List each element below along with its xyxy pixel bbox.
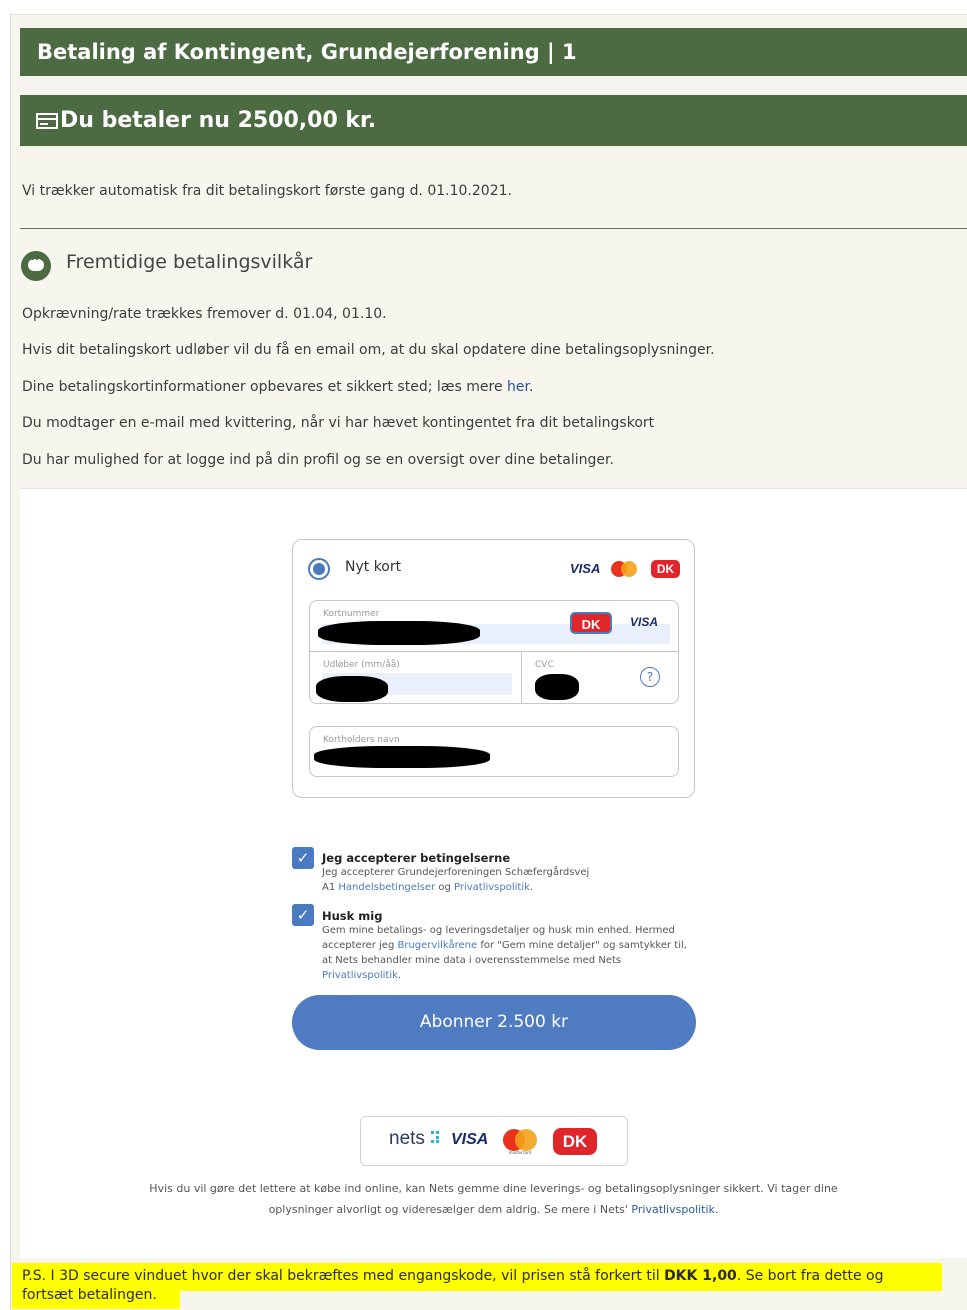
subscribe-button[interactable]: Abonner 2.500 kr bbox=[292, 995, 696, 1050]
accept-terms-text-2: A1 Handelsbetingelser og Privatlivspolit… bbox=[322, 882, 534, 893]
nets-footer-text-2: oplysninger alvorligt og videresælger de… bbox=[268, 1203, 719, 1216]
help-icon[interactable]: ? bbox=[640, 667, 660, 687]
remember-me-text-4: Privatlivspolitik. bbox=[322, 970, 402, 981]
accept-terms-text-1: Jeg accepterer Grundejerforeningen Schæf… bbox=[322, 867, 590, 878]
new-card-label: Nyt kort bbox=[345, 559, 402, 575]
redacted-expiry bbox=[316, 676, 388, 702]
remember-me-checkbox[interactable]: ✓ bbox=[292, 904, 314, 926]
cvc-input[interactable] bbox=[535, 674, 579, 700]
remember-me-text-3: at Nets behandler mine data i overensste… bbox=[322, 955, 622, 966]
visa-logo: VISA bbox=[570, 561, 601, 576]
dankort-detected-logo: DK bbox=[570, 612, 612, 634]
amount-header: Du betaler nu 2500,00 kr. bbox=[20, 95, 967, 146]
nets-logo: nets bbox=[389, 1128, 425, 1149]
checkmark-icon: ✓ bbox=[296, 906, 310, 924]
ps-note-line-2: fortsæt betalingen. bbox=[22, 1287, 157, 1303]
visa-logo-footer: VISA bbox=[451, 1131, 489, 1148]
section-divider bbox=[20, 228, 967, 229]
card-number-label: Kortnummer bbox=[323, 609, 380, 619]
cvc-label: CVC bbox=[535, 660, 554, 670]
new-card-radio[interactable] bbox=[308, 558, 330, 580]
ps-note-line-1: P.S. I 3D secure vinduet hvor der skal b… bbox=[22, 1268, 884, 1284]
nets-dots-icon bbox=[431, 1131, 443, 1143]
page-title: Betaling af Kontingent, Grundejerforenin… bbox=[37, 40, 577, 64]
field-separator bbox=[309, 651, 679, 652]
receipt-text: Du modtager en e-mail med kvittering, nå… bbox=[22, 415, 655, 431]
remember-me-title: Husk mig bbox=[322, 909, 383, 923]
remember-me-text-1: Gem mine betalings- og leveringsdetaljer… bbox=[322, 925, 675, 936]
visa-card-logo: VISA bbox=[630, 615, 659, 629]
accept-terms-checkbox[interactable]: ✓ bbox=[292, 847, 314, 869]
profile-text: Du har mulighed for at logge ind på din … bbox=[22, 452, 614, 468]
page-header: Betaling af Kontingent, Grundejerforenin… bbox=[20, 28, 967, 76]
storage-text: Dine betalingskortinformationer opbevare… bbox=[22, 379, 534, 395]
terms-title: Fremtidige betalingsvilkår bbox=[66, 251, 313, 273]
accept-terms-title: Jeg accepterer betingelserne bbox=[322, 851, 511, 865]
amount-title: Du betaler nu 2500,00 kr. bbox=[60, 108, 377, 133]
dankort-logo-footer: DK bbox=[553, 1128, 597, 1155]
remember-me-text-2: accepterer jeg Brugervilkårene for "Gem … bbox=[322, 940, 687, 951]
nets-footer-privacy-link[interactable]: Privatlivspolitik bbox=[631, 1203, 715, 1216]
read-more-link[interactable]: her bbox=[507, 379, 529, 395]
redacted-cardholder-name bbox=[314, 746, 490, 768]
rate-text: Opkrævning/rate trækkes fremover d. 01.0… bbox=[22, 306, 387, 322]
mastercard-caption: mastercard bbox=[508, 1150, 532, 1155]
nets-footer-text-1: Hvis du vil gøre det lettere at købe ind… bbox=[149, 1182, 838, 1195]
credit-card-icon bbox=[36, 112, 58, 129]
checkmark-icon: ✓ bbox=[296, 849, 310, 867]
dankort-logo: DK bbox=[651, 560, 680, 578]
cardholder-label: Kortholders navn bbox=[323, 735, 400, 745]
field-separator bbox=[521, 652, 522, 704]
auto-charge-text: Vi trækker automatisk fra dit betalingsk… bbox=[22, 183, 512, 199]
expiry-text: Hvis dit betalingskort udløber vil du få… bbox=[22, 342, 715, 358]
mastercard-logo-footer bbox=[503, 1129, 537, 1151]
terms-of-sale-link[interactable]: Handelsbetingelser bbox=[338, 882, 435, 893]
user-terms-link[interactable]: Brugervilkårene bbox=[398, 940, 478, 951]
privacy-policy-link[interactable]: Privatlivspolitik bbox=[454, 882, 530, 893]
chat-bubble-icon bbox=[21, 251, 51, 281]
expiry-label: Udløber (mm/åå) bbox=[323, 660, 400, 670]
redacted-card-number bbox=[318, 621, 480, 645]
nets-privacy-link[interactable]: Privatlivspolitik bbox=[322, 970, 398, 981]
mastercard-logo bbox=[611, 561, 637, 577]
